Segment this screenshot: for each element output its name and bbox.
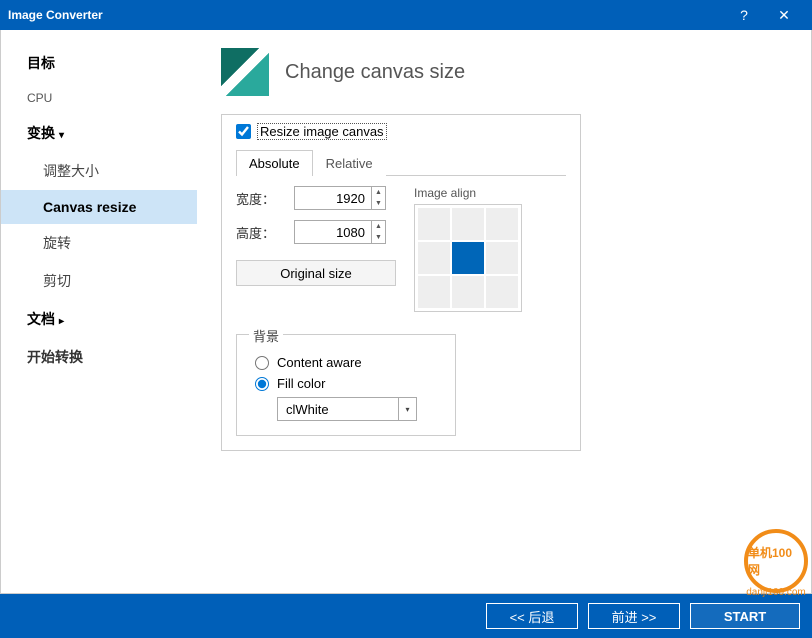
width-input-box: ▲ ▼ xyxy=(294,186,386,210)
window-title: Image Converter xyxy=(8,8,724,22)
align-bl[interactable] xyxy=(418,276,450,308)
original-size-button[interactable]: Original size xyxy=(236,260,396,286)
width-spin-down[interactable]: ▼ xyxy=(372,198,385,209)
content-aware-label: Content aware xyxy=(277,355,362,370)
resize-canvas-label: Resize image canvas xyxy=(257,123,387,140)
fill-color-label: Fill color xyxy=(277,376,325,391)
width-label: 宽度： xyxy=(236,189,286,208)
sidebar: 目标 CPU 变换▾ 调整大小 Canvas resize 旋转 剪切 文档▸ … xyxy=(1,30,197,593)
align-mr[interactable] xyxy=(486,242,518,274)
sidebar-item-canvas-resize[interactable]: Canvas resize xyxy=(1,190,197,224)
titlebar: Image Converter ? ✕ xyxy=(0,0,812,30)
radio-content-aware[interactable] xyxy=(255,356,269,370)
chevron-down-icon: ▾ xyxy=(59,130,64,141)
width-input[interactable] xyxy=(295,191,371,206)
resize-panel: Resize image canvas Absolute Relative 宽度… xyxy=(221,114,581,451)
sidebar-item-document[interactable]: 文档▸ xyxy=(1,300,197,338)
help-button[interactable]: ? xyxy=(724,7,764,23)
dropdown-icon: ▾ xyxy=(398,398,416,420)
close-button[interactable]: ✕ xyxy=(764,7,804,24)
align-tc[interactable] xyxy=(452,208,484,240)
height-spin-down[interactable]: ▼ xyxy=(372,232,385,243)
height-input-box: ▲ ▼ xyxy=(294,220,386,244)
resize-canvas-checkbox[interactable] xyxy=(236,124,251,139)
sidebar-item-crop[interactable]: 剪切 xyxy=(1,262,197,300)
width-spin-up[interactable]: ▲ xyxy=(372,187,385,198)
forward-button[interactable]: 前进 >> xyxy=(588,603,680,629)
content-area: 目标 CPU 变换▾ 调整大小 Canvas resize 旋转 剪切 文档▸ … xyxy=(0,30,812,594)
back-button[interactable]: << 后退 xyxy=(486,603,578,629)
background-group: 背景 Content aware Fill color clWhite ▾ xyxy=(236,334,456,436)
align-grid xyxy=(414,204,522,312)
background-legend: 背景 xyxy=(249,326,283,345)
align-mc[interactable] xyxy=(452,242,484,274)
start-button[interactable]: START xyxy=(690,603,800,629)
align-tl[interactable] xyxy=(418,208,450,240)
image-align-group: Image align xyxy=(414,186,522,312)
dimensions-group: 宽度： ▲ ▼ 高度： xyxy=(236,186,396,312)
page-title: Change canvas size xyxy=(285,61,465,84)
align-bc[interactable] xyxy=(452,276,484,308)
radio-fill-color[interactable] xyxy=(255,377,269,391)
canvas-icon xyxy=(221,48,269,96)
tab-relative[interactable]: Relative xyxy=(313,150,386,176)
size-mode-tabs: Absolute Relative xyxy=(236,150,566,176)
height-label: 高度： xyxy=(236,223,286,242)
chevron-right-icon: ▸ xyxy=(59,316,64,327)
sidebar-item-resize[interactable]: 调整大小 xyxy=(1,152,197,190)
align-br[interactable] xyxy=(486,276,518,308)
sidebar-item-rotate[interactable]: 旋转 xyxy=(1,224,197,262)
tab-absolute[interactable]: Absolute xyxy=(236,150,313,176)
sidebar-item-target[interactable]: 目标 xyxy=(1,44,197,82)
color-value: clWhite xyxy=(286,402,329,417)
height-spin-up[interactable]: ▲ xyxy=(372,221,385,232)
align-ml[interactable] xyxy=(418,242,450,274)
sidebar-item-transform[interactable]: 变换▾ xyxy=(1,114,197,152)
height-input[interactable] xyxy=(295,225,371,240)
align-tr[interactable] xyxy=(486,208,518,240)
page-header: Change canvas size xyxy=(221,48,787,96)
footer-bar: << 后退 前进 >> START xyxy=(0,594,812,638)
sidebar-item-cpu[interactable]: CPU xyxy=(1,82,197,114)
image-align-label: Image align xyxy=(414,186,522,200)
sidebar-item-start[interactable]: 开始转换 xyxy=(1,338,197,376)
main-panel: Change canvas size Resize image canvas A… xyxy=(197,30,811,593)
color-select[interactable]: clWhite ▾ xyxy=(277,397,417,421)
